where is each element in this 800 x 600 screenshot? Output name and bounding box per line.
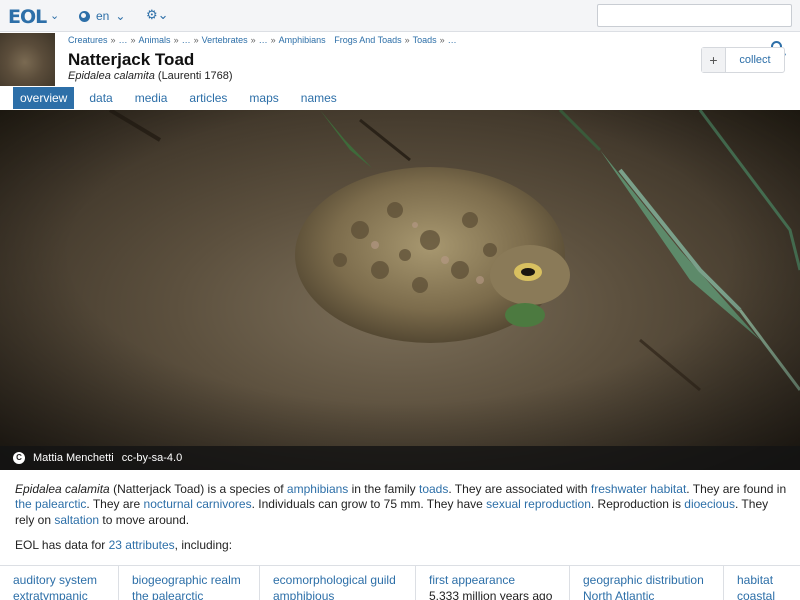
species-thumbnail[interactable] bbox=[0, 33, 55, 86]
attribute-card[interactable]: ecomorphological guild amphibious bbox=[260, 566, 416, 600]
tab-articles[interactable]: articles bbox=[182, 87, 234, 109]
attribute-name[interactable]: first appearance bbox=[429, 572, 569, 588]
attribute-value[interactable]: extratympanic bbox=[13, 588, 118, 600]
attribute-name[interactable]: biogeographic realm bbox=[132, 572, 259, 588]
summary-text: . They are bbox=[86, 497, 144, 512]
attribute-name[interactable]: geographic distribution bbox=[583, 572, 723, 588]
summary-text: . They are found in bbox=[686, 482, 787, 496]
gear-icon: ⚙ bbox=[146, 7, 158, 22]
tab-data[interactable]: data bbox=[82, 87, 119, 109]
attribute-value[interactable]: amphibious bbox=[273, 588, 415, 600]
authority-text: (Laurenti 1768) bbox=[157, 70, 233, 82]
summary-text: (Natterjack Toad) is a species of bbox=[109, 482, 287, 496]
link-dioecious[interactable]: dioecious bbox=[684, 497, 735, 511]
top-nav: EOL ⌄ en ⌄ ⚙⌄ bbox=[0, 0, 800, 32]
tab-maps[interactable]: maps bbox=[242, 87, 285, 109]
breadcrumb: Creatures»…» Animals»…» Vertebrates»…» Amph… bbox=[68, 35, 457, 45]
summary-text: . They are associated with bbox=[448, 482, 591, 496]
summary-text: in the family bbox=[348, 482, 419, 496]
attribute-card[interactable]: biogeographic realm the palearctic bbox=[119, 566, 260, 600]
attribute-name[interactable]: habitat bbox=[737, 572, 800, 588]
collect-button[interactable]: + collect bbox=[701, 47, 785, 73]
breadcrumb-item[interactable]: Toads bbox=[413, 35, 437, 45]
link-palearctic[interactable]: the palearctic bbox=[15, 497, 86, 511]
summary-text: to move around. bbox=[99, 512, 190, 527]
scientific-name-text: Epidalea calamita bbox=[68, 70, 155, 82]
breadcrumb-item[interactable]: Vertebrates bbox=[202, 35, 248, 45]
globe-icon bbox=[79, 10, 90, 22]
link-freshwater-habitat[interactable]: freshwater habitat bbox=[591, 482, 686, 496]
attribute-card[interactable]: geographic distribution North Atlantic bbox=[570, 566, 724, 600]
language-selector[interactable]: en ⌄ bbox=[79, 9, 125, 23]
plus-icon: + bbox=[702, 48, 726, 72]
breadcrumb-item[interactable]: … bbox=[182, 35, 191, 45]
chevron-down-icon: ⌄ bbox=[115, 9, 126, 23]
eol-logo[interactable]: EOL bbox=[8, 6, 47, 28]
attribute-card[interactable]: auditory system extratympanic bbox=[0, 566, 119, 600]
chevron-down-icon: ⌄ bbox=[157, 7, 169, 22]
collect-label: collect bbox=[739, 54, 771, 66]
link-attributes-count[interactable]: 23 attributes bbox=[109, 538, 175, 552]
link-amphibians[interactable]: amphibians bbox=[287, 482, 348, 496]
tab-media[interactable]: media bbox=[128, 87, 175, 109]
link-toads[interactable]: toads bbox=[419, 482, 448, 496]
tab-overview[interactable]: overview bbox=[13, 87, 75, 109]
species-summary: Epidalea calamita (Natterjack Toad) is a… bbox=[15, 482, 790, 528]
breadcrumb-item[interactable]: Amphibians bbox=[279, 35, 326, 45]
chevron-down-icon[interactable]: ⌄ bbox=[50, 9, 59, 22]
breadcrumb-item[interactable]: … bbox=[259, 35, 268, 45]
breadcrumb-item[interactable]: … bbox=[119, 35, 128, 45]
image-license[interactable]: cc-by-sa-4.0 bbox=[122, 452, 183, 464]
link-sexual-reproduction[interactable]: sexual reproduction bbox=[486, 497, 591, 511]
attribute-card[interactable]: first appearance 5.333 million years ago bbox=[416, 566, 570, 600]
settings-menu[interactable]: ⚙⌄ bbox=[146, 7, 169, 23]
attribute-list: auditory system extratympanic biogeograp… bbox=[0, 565, 800, 600]
image-caption: C Mattia Menchetti cc-by-sa-4.0 bbox=[0, 446, 800, 470]
summary-scientific-name: Epidalea calamita bbox=[15, 482, 110, 496]
breadcrumb-item[interactable]: … bbox=[448, 35, 457, 45]
attribute-card[interactable]: habitat coastal bbox=[724, 566, 800, 600]
scientific-name: Epidalea calamita (Laurenti 1768) bbox=[68, 70, 233, 82]
summary-text: . Reproduction is bbox=[590, 497, 685, 512]
link-carnivores[interactable]: carnivores bbox=[196, 497, 251, 511]
hero-image[interactable] bbox=[0, 110, 800, 470]
link-saltation[interactable]: saltation bbox=[54, 513, 99, 527]
attribute-value[interactable]: coastal bbox=[737, 588, 800, 600]
attribute-value[interactable]: the palearctic bbox=[132, 588, 259, 600]
data-count-prefix: EOL has data for bbox=[15, 538, 109, 552]
toad-photo bbox=[0, 110, 800, 470]
link-nocturnal[interactable]: nocturnal bbox=[144, 497, 193, 511]
breadcrumb-item[interactable]: Frogs And Toads bbox=[334, 35, 401, 45]
attribute-name[interactable]: ecomorphological guild bbox=[273, 572, 415, 588]
page-tabs: overview data media articles maps names bbox=[13, 87, 352, 109]
summary-text: . Individuals can grow to 75 mm. They ha… bbox=[251, 497, 487, 512]
attribute-value[interactable]: North Atlantic bbox=[583, 588, 723, 600]
data-count-line: EOL has data for 23 attributes, includin… bbox=[15, 538, 232, 552]
data-count-suffix: , including: bbox=[174, 538, 233, 552]
image-attribution[interactable]: Mattia Menchetti bbox=[33, 452, 114, 464]
language-label: en bbox=[96, 9, 110, 23]
attribute-name[interactable]: auditory system bbox=[13, 572, 118, 588]
breadcrumb-item[interactable]: Animals bbox=[139, 35, 171, 45]
page-title: Natterjack Toad bbox=[68, 50, 195, 69]
search-input[interactable] bbox=[597, 4, 792, 27]
breadcrumb-item[interactable]: Creatures bbox=[68, 35, 108, 45]
creative-commons-icon: C bbox=[13, 452, 25, 464]
tab-names[interactable]: names bbox=[294, 87, 344, 109]
attribute-value: 5.333 million years ago bbox=[429, 589, 553, 600]
